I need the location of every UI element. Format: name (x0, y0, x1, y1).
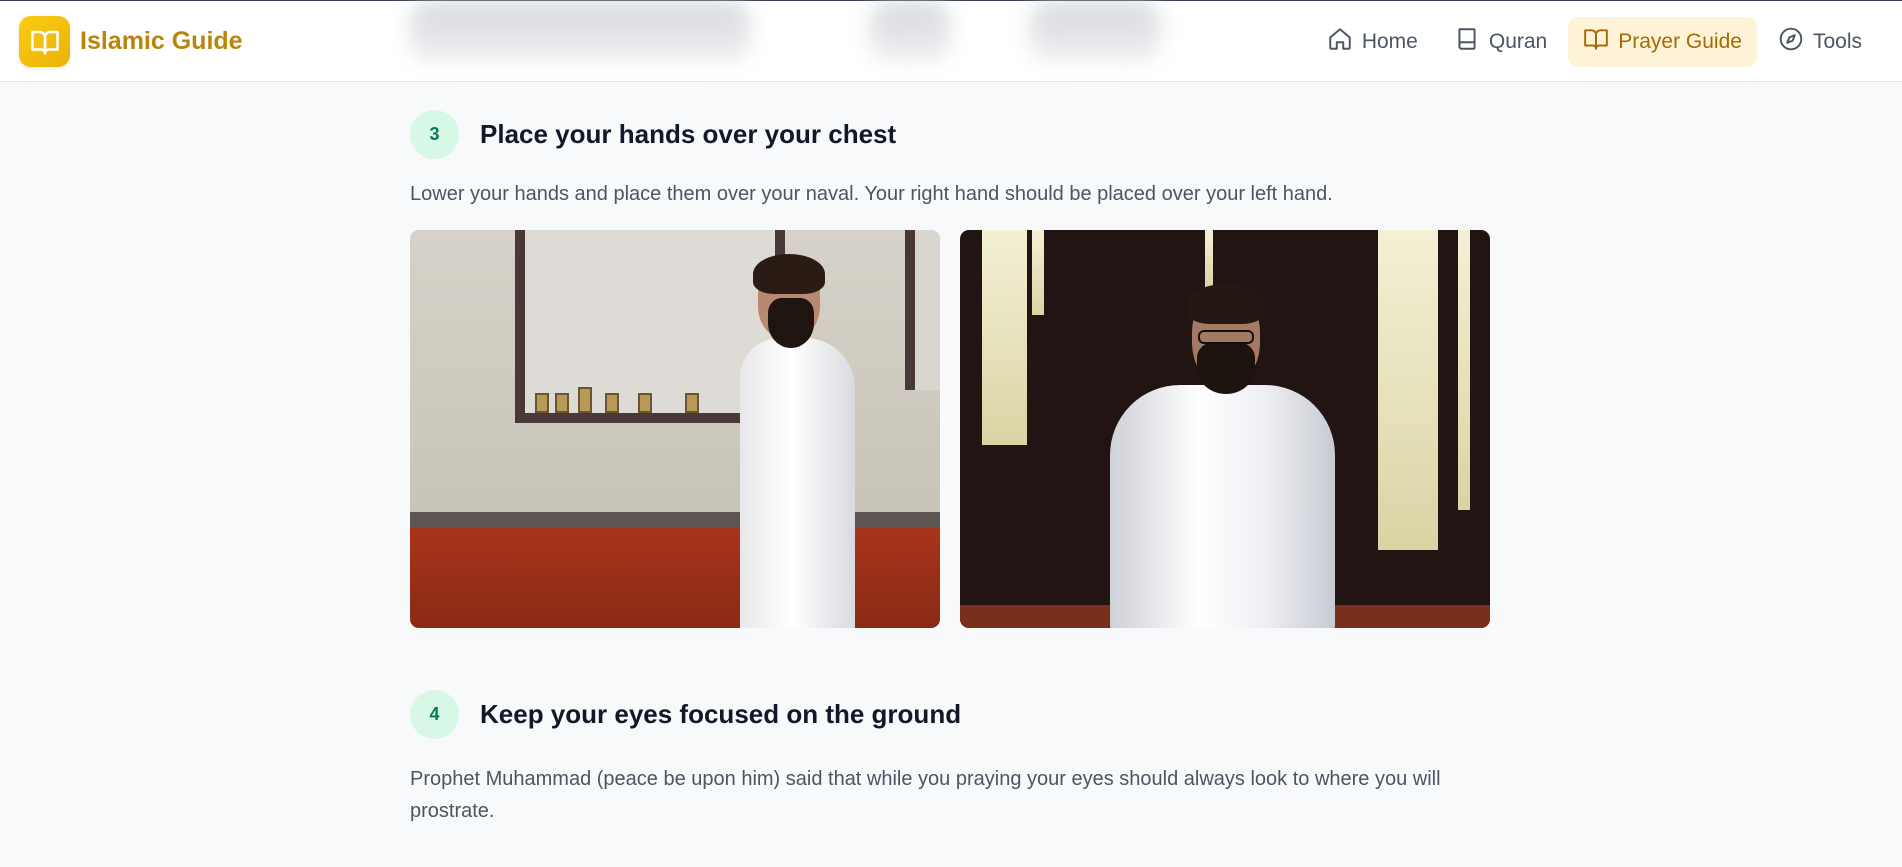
brand-name: Islamic Guide (80, 27, 243, 55)
step-title: Place your hands over your chest (480, 119, 897, 149)
step-description: Prophet Muhammad (peace be upon him) sai… (410, 768, 1441, 822)
step-3: 3 Place your hands over your chest Lower… (410, 110, 1490, 628)
compass-icon (1778, 26, 1804, 58)
nav-item-prayer-guide[interactable]: Prayer Guide (1568, 17, 1757, 67)
blurred-background-content (870, 1, 950, 61)
step-4: 4 Keep your eyes focused on the ground P… (410, 690, 1490, 827)
open-book-icon (19, 16, 70, 67)
home-icon (1327, 26, 1353, 58)
nav-item-home[interactable]: Home (1312, 17, 1433, 67)
nav-item-label: Tools (1812, 30, 1862, 53)
blurred-background-content (1030, 1, 1160, 61)
book-icon (1454, 26, 1480, 58)
brand-link[interactable]: Islamic Guide (19, 16, 243, 67)
side-view-photo (410, 230, 940, 628)
nav-item-quran[interactable]: Quran (1439, 17, 1562, 67)
step-title: Keep your eyes focused on the ground (480, 699, 962, 729)
open-book-icon (1583, 26, 1609, 58)
step-description: Lower your hands and place them over you… (410, 183, 1333, 205)
front-view-photo (960, 230, 1490, 628)
step-number-badge: 4 (410, 690, 459, 739)
main-nav: Home Quran Prayer Guide Tools (1312, 17, 1877, 67)
nav-item-tools[interactable]: Tools (1763, 17, 1877, 67)
nav-item-label: Home (1361, 30, 1418, 53)
nav-item-label: Quran (1488, 30, 1548, 53)
blurred-background-content (410, 1, 750, 61)
top-navbar: Islamic Guide Home Quran Prayer Guide To… (0, 0, 1902, 82)
step-photos (410, 230, 1490, 628)
step-header: 3 Place your hands over your chest (410, 110, 1490, 159)
nav-item-label: Prayer Guide (1618, 30, 1742, 53)
step-number-badge: 3 (410, 110, 459, 159)
step-header: 4 Keep your eyes focused on the ground (410, 690, 1490, 739)
